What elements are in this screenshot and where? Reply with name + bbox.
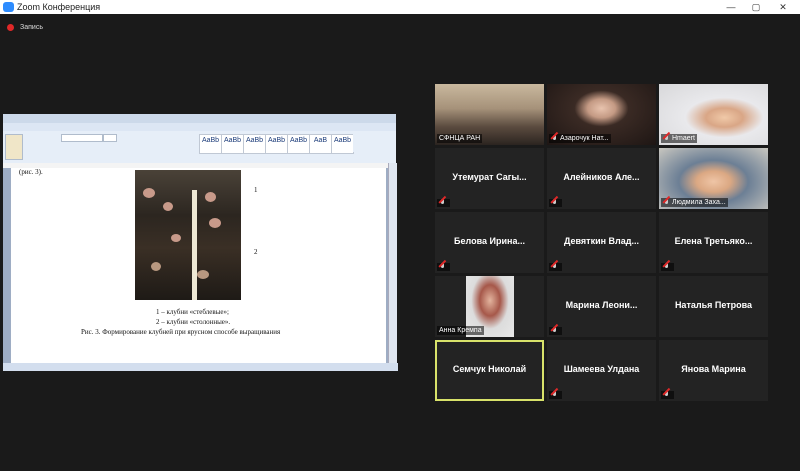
participant-tile[interactable]: Утемурат Сагы... — [435, 148, 544, 209]
title-bar: Zoom Конференция — ▢ ✕ — [0, 0, 800, 14]
close-button[interactable]: ✕ — [770, 0, 796, 14]
word-ribbon: AaBb AaBb AaBb AaBb AaBb AaB AaBb — [3, 131, 396, 164]
participant-name: Шамеева Улдана — [563, 364, 640, 374]
word-title-bar — [3, 114, 396, 123]
style-heading-2: AaBb — [265, 134, 288, 154]
participant-tag: Азарочук Нат... — [560, 135, 609, 142]
participant-tile[interactable]: Девяткин Влад... — [547, 212, 656, 273]
participant-label: Анна Кремпа — [437, 326, 484, 335]
participant-tag: Анна Кремпа — [439, 327, 482, 334]
paste-icon — [5, 134, 23, 160]
mic-muted-icon — [551, 391, 558, 399]
participant-tile[interactable]: Hmaert — [659, 84, 768, 145]
mic-muted-icon — [439, 199, 446, 207]
participant-tile[interactable]: Наталья Петрова — [659, 276, 768, 337]
mic-muted-icon — [663, 198, 670, 207]
participant-name: Наталья Петрова — [674, 300, 753, 310]
participant-tag: СФНЦА РАН — [439, 135, 481, 142]
mic-muted-icon — [663, 263, 670, 271]
participant-label — [437, 263, 450, 271]
legend-2: 2 – клубни «столонные». — [156, 318, 231, 326]
style-emphasis: AaBb — [331, 134, 354, 154]
participant-name: Семчук Николай — [452, 364, 527, 374]
figure-label-1: 1 — [254, 186, 258, 194]
figure-caption: Рис. 3. Формирование клубней при ярусном… — [81, 328, 281, 336]
maximize-button[interactable]: ▢ — [743, 0, 769, 14]
participant-tile[interactable]: Анна Кремпа — [435, 276, 544, 337]
shared-screen[interactable]: AaBb AaBb AaBb AaBb AaBb AaB AaBb (рис. … — [3, 114, 398, 371]
participant-label: Азарочук Нат... — [549, 134, 611, 143]
mic-muted-icon — [439, 263, 446, 271]
participant-name: Белова Ирина... — [454, 236, 525, 246]
participant-label — [549, 199, 562, 207]
mic-muted-icon — [663, 391, 670, 399]
vertical-scrollbar[interactable] — [388, 163, 397, 363]
change-styles-icon — [353, 134, 367, 152]
minimize-button[interactable]: — — [718, 0, 744, 14]
document-page: (рис. 3). 1 2 1 – клубни «стеблевые»; 2 … — [11, 168, 386, 363]
participant-label: Hmaert — [661, 134, 697, 143]
participant-name: Марина Леони... — [565, 300, 638, 310]
participant-name: Елена Третьяко... — [674, 236, 753, 246]
participant-name: Алейников Але... — [563, 172, 640, 182]
participant-tile[interactable]: Елена Третьяко... — [659, 212, 768, 273]
participant-label — [549, 327, 562, 335]
recording-indicator[interactable]: Запись — [7, 21, 43, 33]
window-title: Zoom Конференция — [17, 2, 101, 12]
participant-tile[interactable]: СФНЦА РАН — [435, 84, 544, 145]
mic-muted-icon — [551, 263, 558, 271]
recording-label: Запись — [20, 23, 43, 31]
participant-tile[interactable]: Семчук Николай — [435, 340, 544, 401]
participant-label — [549, 263, 562, 271]
word-status-bar — [3, 363, 398, 371]
legend-1: 1 – клубни «стеблевые»; — [156, 308, 229, 316]
participant-name: Девяткин Влад... — [563, 236, 639, 246]
participant-label: СФНЦА РАН — [437, 134, 483, 143]
style-heading-1: AaBb — [243, 134, 266, 154]
record-dot-icon — [7, 23, 14, 31]
font-size-selector — [103, 134, 117, 142]
participant-tile[interactable]: Людмила Заха... — [659, 148, 768, 209]
participant-name: Утемурат Сагы... — [452, 172, 527, 182]
participant-tile[interactable]: Шамеева Улдана — [547, 340, 656, 401]
participant-tile[interactable]: Азарочук Нат... — [547, 84, 656, 145]
zoom-logo-icon — [3, 2, 14, 12]
mic-muted-icon — [663, 134, 670, 143]
style-title: AaBb — [287, 134, 310, 154]
participant-label — [549, 391, 562, 399]
participant-tile[interactable]: Янова Марина — [659, 340, 768, 401]
participant-tile[interactable]: Белова Ирина... — [435, 212, 544, 273]
participant-tag: Hmaert — [672, 135, 695, 142]
style-subtitle: AaB — [309, 134, 332, 154]
mic-muted-icon — [551, 134, 558, 143]
participant-label — [437, 199, 450, 207]
font-selector — [61, 134, 103, 142]
figure-label-2: 2 — [254, 248, 258, 256]
participant-tile[interactable]: Марина Леони... — [547, 276, 656, 337]
participant-tile[interactable]: Алейников Але... — [547, 148, 656, 209]
participant-label — [661, 391, 674, 399]
caption-top: (рис. 3). — [19, 168, 43, 176]
word-ribbon-tabs — [3, 123, 396, 131]
mic-muted-icon — [551, 327, 558, 335]
participant-label — [661, 263, 674, 271]
style-no-spacing: AaBb — [221, 134, 244, 154]
participant-name: Янова Марина — [681, 364, 746, 374]
mic-muted-icon — [551, 199, 558, 207]
participant-label: Людмила Заха... — [661, 198, 728, 207]
style-normal: AaBb — [199, 134, 222, 154]
figure-photo — [135, 170, 241, 300]
participant-tag: Людмила Заха... — [672, 199, 726, 206]
